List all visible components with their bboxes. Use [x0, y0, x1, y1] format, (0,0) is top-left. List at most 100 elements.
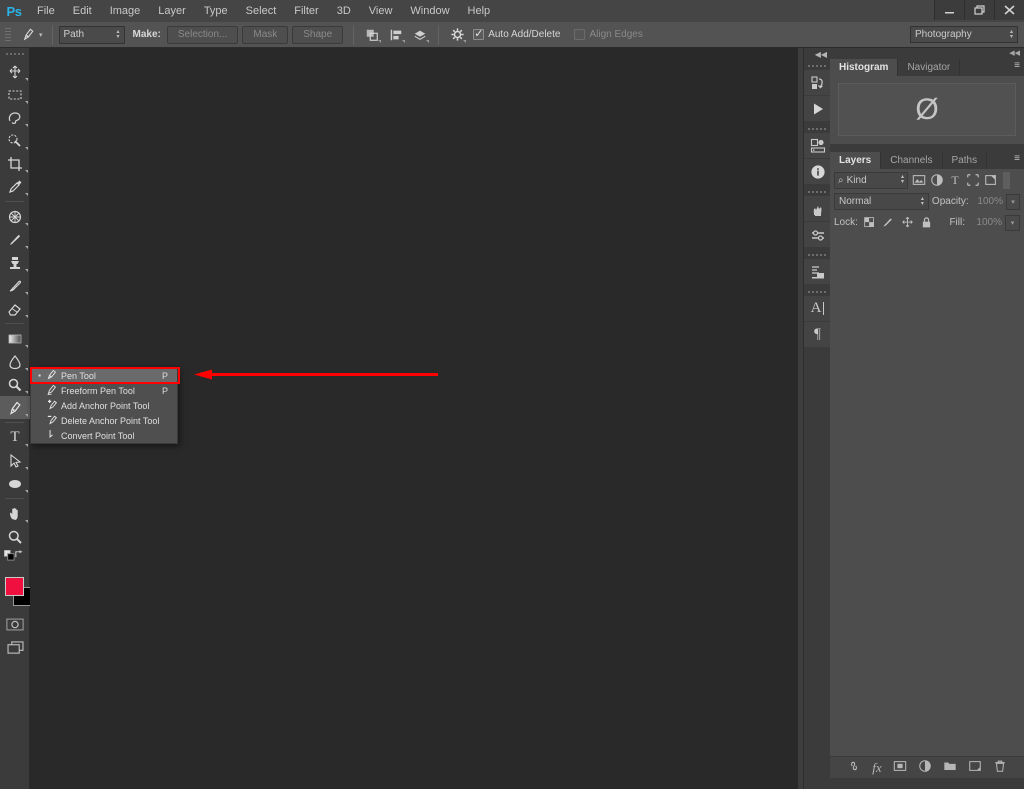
menu-3d[interactable]: 3D — [328, 0, 360, 22]
lasso-tool[interactable] — [0, 106, 30, 129]
layer-filter-kind-select[interactable]: ⌕ Kind ▴ ▾ — [834, 171, 908, 189]
path-operations-icon[interactable] — [360, 24, 384, 46]
layers-panel-menu-icon[interactable]: ≡ — [1014, 153, 1020, 164]
tool-preset-caret-icon[interactable]: ▾ — [39, 31, 43, 39]
geometry-options-icon[interactable] — [445, 24, 469, 46]
eraser-tool[interactable] — [0, 297, 30, 320]
tool-presets-panel-icon[interactable] — [804, 222, 831, 248]
fill-value[interactable]: 100% — [968, 217, 1002, 228]
horizontal-type-tool[interactable]: T — [0, 426, 30, 449]
layer-comps-panel-icon[interactable] — [804, 259, 831, 285]
rectangular-marquee-tool[interactable] — [0, 83, 30, 106]
layers-list[interactable] — [830, 233, 1024, 756]
menu-edit[interactable]: Edit — [64, 0, 101, 22]
lock-image-pixels-icon[interactable] — [880, 214, 897, 231]
menu-filter[interactable]: Filter — [285, 0, 327, 22]
screen-mode-icon[interactable] — [0, 636, 30, 660]
brush-tool[interactable] — [0, 228, 30, 251]
filter-adjustment-layers-icon[interactable] — [928, 172, 946, 189]
lock-transparent-pixels-icon[interactable] — [861, 214, 878, 231]
new-adjustment-layer-icon[interactable] — [918, 759, 932, 776]
tab-paths[interactable]: Paths — [942, 152, 988, 169]
tab-histogram[interactable]: Histogram — [830, 59, 899, 76]
layer-style-icon[interactable]: fx — [872, 760, 881, 776]
quick-selection-tool[interactable] — [0, 129, 30, 152]
pen-tool[interactable] — [0, 396, 30, 419]
blend-mode-select[interactable]: Normal ▴ ▾ — [834, 193, 929, 210]
history-panel-icon[interactable] — [804, 70, 831, 96]
close-button[interactable] — [994, 0, 1024, 20]
options-bar-grip[interactable] — [3, 26, 13, 44]
foreground-color-swatch[interactable] — [5, 577, 24, 596]
filter-shape-layers-icon[interactable] — [964, 172, 982, 189]
flyout-item-delete-anchor-point-tool[interactable]: Delete Anchor Point Tool — [31, 413, 177, 428]
menu-type[interactable]: Type — [195, 0, 237, 22]
minimize-button[interactable] — [934, 0, 964, 20]
menu-window[interactable]: Window — [401, 0, 458, 22]
dock-group-grip[interactable] — [804, 287, 830, 296]
filter-type-layers-icon[interactable]: T — [946, 172, 964, 189]
actions-panel-icon[interactable] — [804, 96, 831, 122]
brush-presets-panel-icon[interactable] — [804, 196, 831, 222]
make-selection-button[interactable]: Selection... — [166, 25, 239, 44]
dock-group-grip[interactable] — [804, 187, 830, 196]
make-shape-button[interactable]: Shape — [292, 25, 344, 44]
opacity-value[interactable]: 100% — [972, 196, 1003, 207]
link-layers-icon[interactable] — [847, 759, 861, 776]
ellipse-tool[interactable] — [0, 472, 30, 495]
dock-group-grip[interactable] — [804, 124, 830, 133]
menu-layer[interactable]: Layer — [149, 0, 195, 22]
histogram-panel-menu-icon[interactable]: ≡ — [1014, 60, 1020, 71]
flyout-item-pen-tool[interactable]: ▪ Pen Tool P — [31, 368, 177, 383]
crop-tool[interactable] — [0, 152, 30, 175]
right-panel-collapse-icon[interactable]: ◀◀ — [830, 48, 1024, 57]
tab-layers[interactable]: Layers — [830, 152, 882, 169]
mini-bridge-panel-icon[interactable] — [804, 133, 831, 159]
paragraph-panel-icon[interactable]: ¶ — [804, 322, 831, 348]
flyout-item-freeform-pen-tool[interactable]: Freeform Pen Tool P — [31, 383, 177, 398]
info-panel-icon[interactable] — [804, 159, 831, 185]
align-edges-checkbox[interactable]: Align Edges — [574, 29, 643, 40]
move-tool[interactable] — [0, 60, 30, 83]
path-alignment-icon[interactable] — [384, 24, 408, 46]
path-mode-select[interactable]: Path ▴ ▾ — [58, 25, 125, 44]
dodge-tool[interactable] — [0, 373, 30, 396]
menu-file[interactable]: File — [28, 0, 64, 22]
menu-select[interactable]: Select — [237, 0, 286, 22]
restore-button[interactable] — [964, 0, 994, 20]
make-mask-button[interactable]: Mask — [242, 25, 289, 44]
hand-tool[interactable] — [0, 502, 30, 525]
dock-collapse-icon[interactable]: ◀◀ — [804, 48, 830, 61]
path-arrangement-icon[interactable] — [408, 24, 432, 46]
clone-stamp-tool[interactable] — [0, 251, 30, 274]
new-group-icon[interactable] — [943, 759, 957, 776]
swap-colors-icon[interactable] — [14, 549, 25, 563]
zoom-tool[interactable] — [0, 525, 30, 548]
path-selection-tool[interactable] — [0, 449, 30, 472]
spot-healing-brush-tool[interactable] — [0, 205, 30, 228]
new-layer-icon[interactable] — [968, 759, 982, 776]
menu-image[interactable]: Image — [101, 0, 150, 22]
lock-all-icon[interactable] — [918, 214, 935, 231]
tab-channels[interactable]: Channels — [881, 152, 943, 169]
flyout-item-add-anchor-point-tool[interactable]: Add Anchor Point Tool — [31, 398, 177, 413]
filter-smart-objects-icon[interactable] — [982, 172, 1000, 189]
blur-tool[interactable] — [0, 350, 30, 373]
opacity-chevron-icon[interactable]: ▾ — [1006, 193, 1020, 210]
menu-view[interactable]: View — [360, 0, 402, 22]
add-layer-mask-icon[interactable] — [893, 759, 907, 776]
fill-chevron-icon[interactable]: ▾ — [1005, 214, 1020, 231]
auto-add-delete-checkbox[interactable]: Auto Add/Delete — [473, 27, 560, 40]
eyedropper-tool[interactable] — [0, 175, 30, 198]
layer-filter-toggle[interactable] — [1003, 171, 1010, 189]
flyout-item-convert-point-tool[interactable]: Convert Point Tool — [31, 428, 177, 443]
menu-help[interactable]: Help — [459, 0, 500, 22]
dock-group-grip[interactable] — [804, 61, 830, 70]
tab-navigator[interactable]: Navigator — [898, 59, 961, 76]
character-panel-icon[interactable]: A — [804, 296, 831, 322]
dock-group-grip[interactable] — [804, 250, 830, 259]
gradient-tool[interactable] — [0, 327, 30, 350]
workspace-select[interactable]: Photography ▴ ▾ — [910, 26, 1018, 43]
history-brush-tool[interactable] — [0, 274, 30, 297]
pen-tool-icon[interactable] — [15, 24, 41, 46]
